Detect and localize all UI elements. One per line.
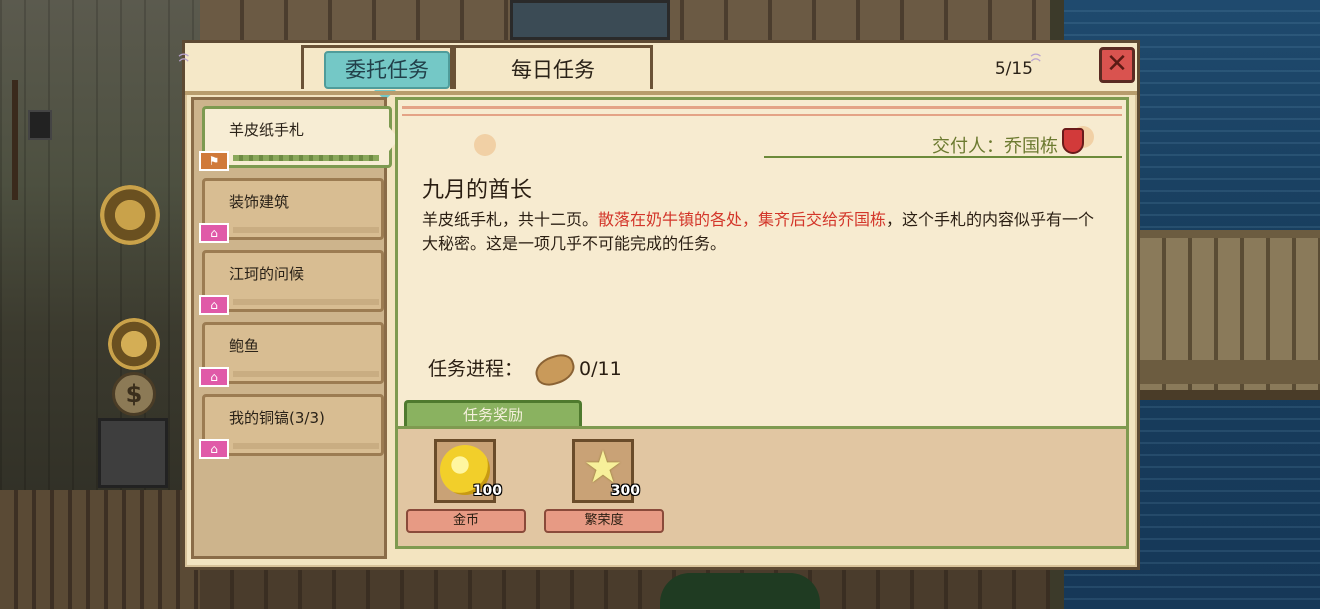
bridge-rail	[1140, 360, 1320, 384]
swirl-ornament-icon: ꩰ	[191, 55, 239, 81]
reward-name: 繁荣度	[544, 509, 664, 533]
quest-description: 羊皮纸手札，共十二页。散落在奶牛镇的各处，集齐后交给乔国栋，这个手札的内容似乎有…	[422, 208, 1102, 256]
decorative-dot	[474, 134, 496, 156]
quest-giver: 交付人：乔国栋	[932, 136, 1058, 157]
list-item-label: 装饰建筑	[229, 193, 290, 211]
roof	[0, 490, 200, 609]
list-item-label: 我的铜镐(3/3)	[229, 409, 325, 427]
header-divider	[185, 91, 1137, 95]
town-scene-top	[200, 0, 1050, 44]
list-item-decor-building[interactable]: 装饰建筑 ⌂	[199, 178, 384, 243]
reward-area: 100 金币 ★ 300 繁荣度	[398, 426, 1126, 546]
tab-daily-quests[interactable]: 每日任务	[453, 45, 653, 89]
list-item-copper-pickaxe[interactable]: 我的铜镐(3/3) ⌂	[199, 394, 384, 459]
list-item-label: 江珂的问候	[229, 265, 305, 283]
tab-entrusted-quests[interactable]: 委托任务	[301, 45, 453, 100]
item-progress-bar	[233, 371, 379, 377]
swirl-ornament-icon: ꩰ	[1043, 55, 1091, 81]
dollar-sign-icon: $	[112, 372, 156, 416]
lamp-post	[12, 80, 18, 200]
list-item-label: 羊皮纸手札	[229, 121, 305, 139]
building-icon: ⌂	[199, 439, 229, 459]
quest-list: 羊皮纸手札 ⚑ 装饰建筑 ⌂ 江珂的问候 ⌂ 鲍鱼 ⌂ 我的铜镐(3/3) ⌂	[191, 97, 399, 559]
reward-tab: 任务奖励	[404, 400, 582, 428]
quest-detail-panel: 交付人：乔国栋 九月的酋长 羊皮纸手札，共十二页。散落在奶牛镇的各处，集齐后交给…	[395, 97, 1129, 549]
town-scene-left: $	[0, 0, 200, 609]
quest-progress: 任务进程： 0/11	[428, 350, 622, 389]
gold-emblem	[108, 318, 160, 370]
item-progress-bar	[233, 155, 379, 161]
dialog-header: ꩰ 委托任务 每日任务 5/15 ꩰ ✕	[185, 43, 1137, 100]
reward-gold[interactable]: 100 金币	[406, 439, 528, 535]
reward-name: 金币	[406, 509, 526, 533]
close-button[interactable]: ✕	[1099, 47, 1135, 83]
decorative-top-line	[402, 106, 1122, 116]
list-item-abalone[interactable]: 鲍鱼 ⌂	[199, 322, 384, 387]
town-scene-bottom	[200, 565, 1140, 609]
building-icon: ⌂	[199, 295, 229, 315]
tree	[660, 573, 820, 609]
quest-count: 5/15	[994, 59, 1033, 79]
list-item-label: 鲍鱼	[229, 337, 260, 355]
gold-emblem	[100, 185, 160, 245]
shield-badge-icon	[1062, 128, 1084, 154]
tab-label: 委托任务	[324, 51, 450, 89]
list-item-parchment-notes[interactable]: 羊皮纸手札 ⚑	[199, 106, 399, 171]
desc-text: 羊皮纸手札，共十二页。	[422, 210, 599, 229]
reward-qty: 100	[472, 483, 502, 499]
reward-prosperity[interactable]: ★ 300 繁荣度	[544, 439, 666, 535]
quest-dialog: ꩰ 委托任务 每日任务 5/15 ꩰ ✕ 羊皮纸手札 ⚑ 装饰建筑 ⌂ 江珂的问…	[182, 40, 1140, 570]
building-icon: ⌂	[199, 367, 229, 387]
safe-box	[98, 418, 168, 488]
item-progress-bar	[233, 227, 379, 233]
item-progress-bar	[233, 443, 379, 449]
desc-highlight: 散落在奶牛镇的各处，集齐后交给乔国栋	[598, 210, 887, 229]
item-progress-bar	[233, 299, 379, 305]
reward-qty: 300	[610, 483, 640, 499]
list-item-jiangke-greeting[interactable]: 江珂的问候 ⌂	[199, 250, 384, 315]
parchment-scroll-icon	[531, 350, 579, 389]
progress-value: 0/11	[579, 358, 622, 380]
flag-icon: ⚑	[199, 151, 229, 171]
progress-label: 任务进程：	[428, 358, 524, 380]
quest-title: 九月的酋长	[422, 178, 533, 203]
lamp	[28, 110, 52, 140]
building-icon: ⌂	[199, 223, 229, 243]
giver-underline	[764, 156, 1122, 158]
window	[510, 0, 670, 40]
close-icon: ✕	[1106, 49, 1128, 79]
